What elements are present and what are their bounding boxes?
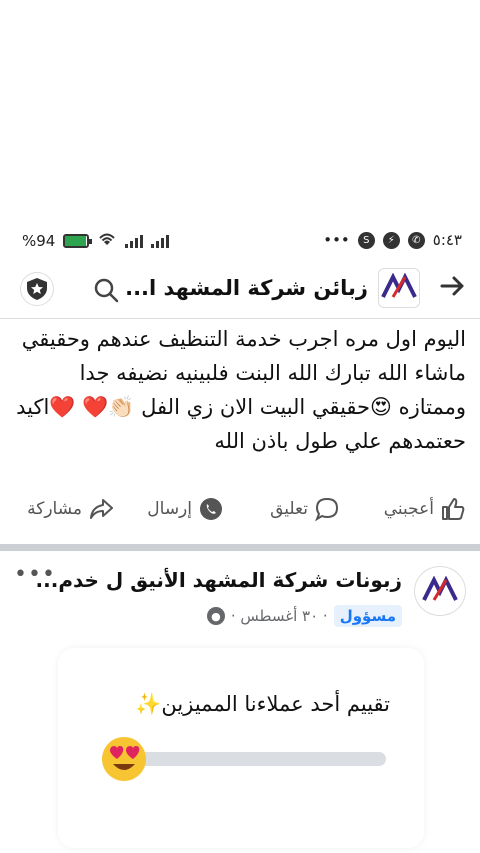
post2-meta: مسؤول · ٣٠ أغسطس · ● [206,605,402,627]
signal-icon-1 [125,234,144,248]
status-time-notifications: ••• S ⚡ ✆ ٥:٤٣ [323,231,462,249]
post-body-text: اليوم اول مره اجرب خدمة التنظيف عندهم وح… [16,327,466,453]
more-notifications-icon: ••• [323,231,350,249]
send-button[interactable]: إرسال [147,496,224,522]
thumbs-up-icon [442,498,465,520]
battery-text: %94 [22,232,56,250]
feed-separator [0,544,480,551]
group-header: زبائن شركة المشهد ا... [0,262,480,318]
send-label: إرسال [147,499,192,519]
status-bar: %94 ••• S ⚡ ✆ ٥:٤٣ [0,228,480,256]
like-button[interactable]: أعجبني [384,496,466,522]
header-divider [0,318,480,319]
shield-star-icon[interactable] [20,272,54,306]
comment-button[interactable]: تعليق [270,496,340,522]
notification-s-icon: S [357,231,375,249]
messenger-icon: ⚡ [382,231,400,249]
post2-group-avatar[interactable] [414,566,466,616]
heart-eyes-emoji-icon [102,737,146,781]
back-arrow-icon[interactable] [438,272,466,308]
battery-icon [63,234,93,248]
poll-card: تقييم أحد عملاءنا المميزين✨ [58,648,424,848]
post2-group-name[interactable]: زبونات شركة المشهد الأنيق ل خدم... [36,568,402,592]
whatsapp-notification-icon: ✆ [407,231,425,249]
post-action-bar: أعجبني تعليق إرسال مشاركة [0,496,480,536]
battery-fill [65,236,87,246]
like-label: أعجبني [383,499,434,519]
clock-time: ٥:٤٣ [432,231,462,249]
search-icon[interactable] [92,276,120,304]
status-system-icons: %94 [22,231,170,251]
comment-icon [314,497,339,522]
comment-label: تعليق [270,499,308,519]
wifi-icon [97,231,117,251]
share-label: مشاركة [27,499,82,519]
page-title[interactable]: زبائن شركة المشهد ا... [125,276,368,300]
share-button[interactable]: مشاركة [27,496,114,522]
post2-header: زبونات شركة المشهد الأنيق ل خدم... ••• م… [0,560,480,634]
poll-question: تقييم أحد عملاءنا المميزين✨ [135,692,390,716]
group-logo-avatar[interactable] [378,268,420,308]
post2-date: · ٣٠ أغسطس · [230,607,328,625]
globe-icon: ● [206,607,225,625]
admin-badge: مسؤول [333,605,402,627]
more-options-icon[interactable]: ••• [14,562,56,587]
signal-icon-2 [151,234,170,248]
whatsapp-icon [200,498,222,520]
share-arrow-icon [90,499,113,519]
